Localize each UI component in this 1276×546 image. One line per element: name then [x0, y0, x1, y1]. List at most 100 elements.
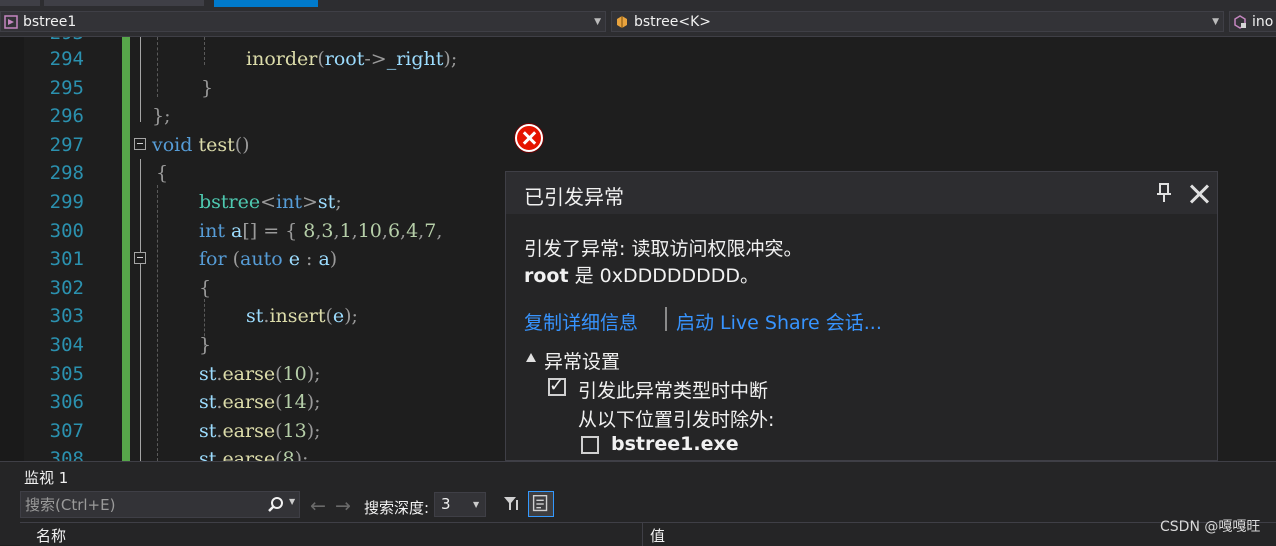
- code-token: ): [329, 248, 338, 271]
- code-token: a: [231, 219, 243, 242]
- search-depth-select[interactable]: 3 ▼: [434, 492, 486, 517]
- code-token: 8: [282, 448, 295, 461]
- code-token: (: [275, 419, 283, 442]
- code-token: 7: [424, 219, 437, 242]
- module-exclude-checkbox[interactable]: [581, 436, 599, 454]
- code-token: e: [288, 248, 300, 271]
- indent-guide: [157, 185, 158, 461]
- code-token: test: [198, 133, 235, 156]
- code-line[interactable]: bstree<int>st;: [199, 188, 342, 216]
- fold-toggle[interactable]: [134, 252, 146, 264]
- line-number: 296: [49, 105, 84, 128]
- line-number: 297: [49, 133, 84, 156]
- project-dropdown[interactable]: bstree1 ▼: [0, 11, 606, 32]
- code-token: int: [199, 219, 225, 242]
- navigation-bar: bstree1 ▼ bstree<K> ▼ ino: [0, 8, 1276, 37]
- scope-dropdown[interactable]: bstree<K> ▼: [611, 11, 1224, 32]
- close-icon[interactable]: [1186, 181, 1212, 207]
- code-line[interactable]: st.earse(8);: [199, 445, 308, 461]
- code-line[interactable]: for (auto e : a): [199, 245, 337, 273]
- exception-detail: root 是 0xDDDDDDDD。: [524, 261, 759, 288]
- code-token: earse: [222, 362, 276, 385]
- code-line[interactable]: st.insert(e);: [246, 302, 358, 330]
- watch-search-input[interactable]: [25, 495, 260, 514]
- code-line[interactable]: }: [199, 331, 211, 359]
- search-depth-value: 3: [441, 495, 451, 513]
- document-tab[interactable]: [0, 0, 40, 6]
- live-share-link[interactable]: 启动 Live Share 会话...: [676, 308, 882, 335]
- code-token: root: [324, 48, 365, 70]
- collapse-triangle-icon[interactable]: [526, 353, 536, 362]
- code-token: {: [199, 276, 212, 299]
- document-tab[interactable]: [44, 0, 204, 6]
- code-line[interactable]: }: [201, 74, 213, 102]
- code-line[interactable]: st.earse(13);: [199, 417, 321, 445]
- line-number: 301: [49, 248, 84, 271]
- exception-settings-header[interactable]: 异常设置: [544, 347, 620, 374]
- line-number: 307: [49, 419, 84, 442]
- code-token: 10: [357, 219, 382, 242]
- code-token: (: [275, 362, 283, 385]
- indent-guide: [157, 37, 158, 97]
- scope-label: bstree<K>: [634, 14, 711, 30]
- member-label: ino: [1252, 14, 1274, 30]
- watch-search-box[interactable]: ▼: [20, 491, 300, 518]
- code-line[interactable]: void test(): [152, 131, 250, 159]
- code-token: earse: [222, 448, 276, 461]
- code-token: e: [332, 305, 345, 328]
- code-token: ->: [364, 48, 387, 70]
- code-line[interactable]: inorder(root->_right);: [246, 45, 457, 73]
- code-line[interactable]: int a[] = { 8,3,1,10,6,4,7,: [199, 217, 442, 245]
- document-tab-strip[interactable]: [0, 0, 1276, 8]
- code-token: earse: [222, 419, 276, 442]
- exception-header: 已引发异常: [506, 172, 1217, 214]
- hex-display-button[interactable]: [528, 491, 554, 517]
- line-number: 302: [49, 276, 84, 299]
- forward-arrow-icon[interactable]: →: [335, 495, 351, 517]
- code-line[interactable]: };: [152, 102, 171, 130]
- member-dropdown[interactable]: ino: [1229, 11, 1276, 32]
- code-token: );: [344, 305, 358, 328]
- watch-panel-title[interactable]: 监视 1: [24, 467, 68, 488]
- code-token: auto: [240, 248, 283, 271]
- column-header-name[interactable]: 名称: [36, 525, 66, 546]
- copy-details-link[interactable]: 复制详细信息: [524, 308, 638, 335]
- line-number: 298: [49, 162, 84, 185]
- column-divider[interactable]: [642, 523, 643, 546]
- break-on-exception-label: 引发此异常类型时中断: [578, 380, 769, 402]
- code-line[interactable]: {: [156, 159, 168, 187]
- code-token: a: [318, 248, 330, 271]
- code-line[interactable]: st.earse(14);: [199, 388, 321, 416]
- code-line[interactable]: st.earse(10);: [199, 360, 321, 388]
- code-token: st: [199, 419, 217, 442]
- code-token: ;: [335, 191, 342, 213]
- code-token: 14: [282, 391, 307, 414]
- fold-line: [140, 159, 141, 461]
- code-line[interactable]: {: [199, 274, 211, 302]
- code-token: insert: [269, 305, 326, 328]
- code-token: 6: [387, 219, 401, 242]
- code-token: [] = {: [242, 219, 304, 242]
- code-token: st: [317, 191, 336, 213]
- line-number: 295: [49, 76, 84, 99]
- line-number: 308: [49, 448, 84, 461]
- code-token: earse: [222, 391, 276, 414]
- pin-icon[interactable]: [1154, 182, 1174, 204]
- code-token: (): [234, 133, 250, 156]
- line-number: 294: [49, 48, 84, 70]
- filter-icon[interactable]: [502, 494, 522, 514]
- code-token: (: [226, 248, 241, 271]
- code-token: }: [199, 334, 212, 356]
- break-on-exception-checkbox[interactable]: ✓: [548, 375, 566, 396]
- code-token: (: [275, 391, 283, 414]
- column-header-value[interactable]: 值: [650, 525, 665, 546]
- code-token: };: [152, 105, 171, 128]
- back-arrow-icon[interactable]: ←: [310, 495, 326, 517]
- fold-toggle[interactable]: [134, 138, 146, 150]
- code-token: );: [294, 448, 309, 461]
- search-icon[interactable]: [267, 496, 285, 514]
- line-number: 300: [49, 219, 84, 242]
- code-token: _right: [386, 48, 444, 70]
- chevron-down-icon[interactable]: ▼: [289, 497, 295, 506]
- document-tab-active[interactable]: [214, 0, 318, 7]
